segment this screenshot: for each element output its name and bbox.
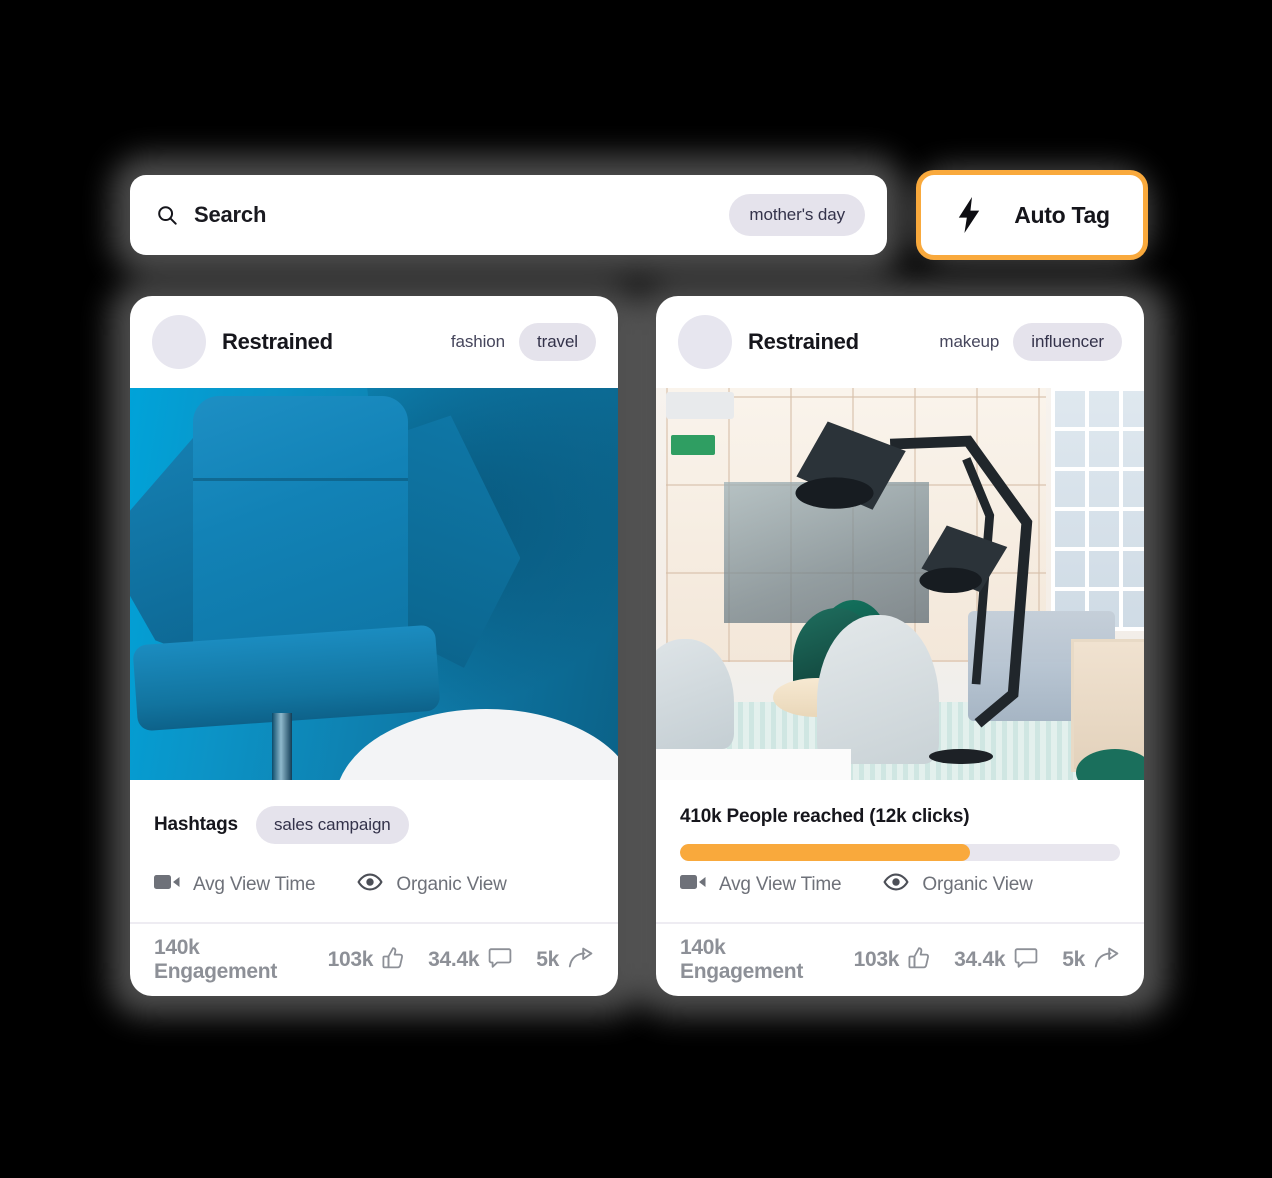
thumbs-up-icon <box>382 946 404 975</box>
comment-icon <box>1014 947 1038 974</box>
card-1-body: Hashtags sales campaign Avg View Time Or… <box>130 780 618 922</box>
eye-icon <box>883 873 909 896</box>
thumbs-up-icon <box>908 946 930 975</box>
card-1-metric-organic-view[interactable]: Organic View <box>357 873 507 896</box>
post-card-2[interactable]: Restrained makeup influencer 410k People… <box>656 296 1144 996</box>
card-1-tags: fashion travel <box>451 323 596 361</box>
card-2-reactions: 103k 34.4k 5k <box>854 946 1120 975</box>
lightning-bolt-icon <box>954 197 984 233</box>
blue-armchair-photo <box>130 388 618 780</box>
search-input-label: Search <box>194 202 267 227</box>
card-2-metric-avg-view-time[interactable]: Avg View Time <box>680 873 842 896</box>
card-1-tag-plain[interactable]: fashion <box>451 332 505 352</box>
card-1-reactions: 103k 34.4k 5k <box>328 946 594 975</box>
card-2-metrics: Avg View Time Organic View <box>680 873 1120 922</box>
card-1-metrics: Avg View Time Organic View <box>154 873 594 922</box>
avatar[interactable] <box>152 315 206 369</box>
card-1-like-count: 103k <box>327 948 374 971</box>
card-1-share-count: 5k <box>536 948 559 971</box>
search-input-area[interactable]: Search <box>156 202 729 228</box>
reach-progress-fill <box>680 844 971 861</box>
card-1-likes[interactable]: 103k <box>328 946 405 975</box>
card-2-footer: 140k Engagement 103k 34.4k 5k <box>656 922 1144 996</box>
auto-tag-label: Auto Tag <box>1014 201 1110 228</box>
video-camera-icon <box>680 873 706 896</box>
card-1-hashtag-pill[interactable]: sales campaign <box>255 806 409 844</box>
card-2-engagement: 140k Engagement <box>680 936 804 983</box>
card-1-comments[interactable]: 34.4k <box>428 947 512 974</box>
card-2-comments[interactable]: 34.4k <box>954 947 1038 974</box>
share-icon <box>1094 947 1120 974</box>
card-2-reach-label: 410k People reached (12k clicks) <box>680 806 970 827</box>
card-2-metric-organic-view[interactable]: Organic View <box>883 873 1033 896</box>
card-2-tag-pill[interactable]: influencer <box>1013 323 1122 361</box>
reach-progress-bar <box>680 844 1120 861</box>
card-2-media[interactable] <box>656 388 1144 780</box>
card-1-hashtags-label: Hashtags <box>154 814 238 835</box>
card-2-header: Restrained makeup influencer <box>656 296 1144 388</box>
comment-icon <box>488 947 512 974</box>
card-2-body: 410k People reached (12k clicks) Avg Vie… <box>656 780 1144 922</box>
card-1-tag-pill[interactable]: travel <box>519 323 596 361</box>
card-1-author: Restrained <box>222 329 333 354</box>
card-1-hashtag-row: Hashtags sales campaign <box>154 806 594 844</box>
card-1-metric-label-0: Avg View Time <box>193 873 316 895</box>
card-2-author: Restrained <box>748 329 859 354</box>
avatar[interactable] <box>678 315 732 369</box>
card-1-engagement: 140k Engagement <box>154 936 278 983</box>
card-1-metric-avg-view-time[interactable]: Avg View Time <box>154 873 316 896</box>
search-icon <box>156 204 178 226</box>
share-icon <box>568 947 594 974</box>
card-1-comment-count: 34.4k <box>428 948 480 971</box>
search-chip-mothers-day[interactable]: mother's day <box>729 194 865 236</box>
card-2-share-count: 5k <box>1062 948 1085 971</box>
card-2-comment-count: 34.4k <box>954 948 1006 971</box>
card-2-shares[interactable]: 5k <box>1062 947 1120 974</box>
card-1-shares[interactable]: 5k <box>536 947 594 974</box>
card-1-header: Restrained fashion travel <box>130 296 618 388</box>
office-lounge-photo <box>656 388 1144 780</box>
search-bar[interactable]: Search mother's day <box>130 175 887 255</box>
card-2-tags: makeup influencer <box>939 323 1122 361</box>
card-1-footer: 140k Engagement 103k 34.4k 5k <box>130 922 618 996</box>
eye-icon <box>357 873 383 896</box>
video-camera-icon <box>154 873 180 896</box>
card-2-likes[interactable]: 103k <box>854 946 931 975</box>
post-card-1[interactable]: Restrained fashion travel Hashtags sales… <box>130 296 618 996</box>
card-2-like-count: 103k <box>853 948 900 971</box>
card-2-tag-plain[interactable]: makeup <box>939 332 999 352</box>
card-2-metric-label-1: Organic View <box>922 873 1033 895</box>
card-1-media[interactable] <box>130 388 618 780</box>
auto-tag-button[interactable]: Auto Tag <box>916 170 1148 260</box>
card-2-metric-label-0: Avg View Time <box>719 873 842 895</box>
app-root: Search mother's day Auto Tag Restrained … <box>0 0 1272 1178</box>
card-1-metric-label-1: Organic View <box>396 873 507 895</box>
